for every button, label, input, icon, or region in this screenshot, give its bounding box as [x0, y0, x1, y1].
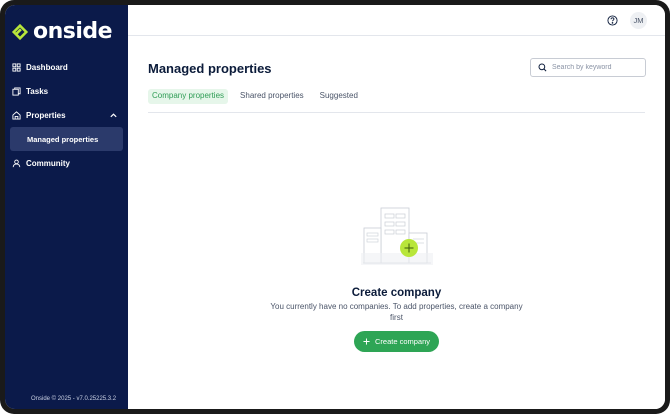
tab-company-properties[interactable]: Company properties — [148, 89, 229, 104]
community-icon — [12, 159, 21, 167]
empty-state-title: Create company — [351, 287, 442, 299]
empty-state: Create company You currently have no com… — [128, 205, 665, 352]
device-frame: onside Dashboard Tasks Properties Manage… — [0, 0, 670, 414]
sidebar-item-label: Tasks — [26, 86, 49, 96]
search-icon — [538, 63, 547, 72]
chevron-up-icon[interactable] — [109, 111, 118, 120]
properties-icon — [12, 110, 21, 120]
sidebar-item-community[interactable]: Community — [5, 151, 128, 175]
search-box[interactable] — [530, 58, 646, 77]
brand-logo[interactable]: onside — [11, 19, 113, 44]
app-window: onside Dashboard Tasks Properties Manage… — [5, 5, 665, 409]
sidebar: onside Dashboard Tasks Properties Manage… — [5, 5, 128, 409]
create-company-button[interactable]: Create company — [353, 331, 440, 352]
tab-bar: Company properties Shared properties Sug… — [148, 89, 645, 113]
create-company-label: Create company — [374, 337, 431, 346]
main-content: JM Managed properties Company properties… — [128, 5, 665, 409]
sidebar-item-dashboard[interactable]: Dashboard — [5, 55, 128, 79]
brand-name: onside — [33, 19, 113, 44]
sidebar-item-label: Properties — [26, 110, 66, 120]
tab-suggested[interactable]: Suggested — [316, 89, 362, 104]
plus-icon — [363, 338, 370, 345]
sidebar-item-tasks[interactable]: Tasks — [5, 79, 128, 103]
sidebar-nav: Dashboard Tasks Properties Managed prope… — [5, 55, 128, 175]
app-version: Onside © 2025 - v7.0.25225.3.2 — [31, 396, 117, 402]
user-avatar[interactable]: JM — [630, 11, 647, 29]
sidebar-item-label: Dashboard — [26, 62, 68, 72]
search-input[interactable] — [552, 64, 642, 71]
sidebar-item-label: Managed properties — [27, 134, 99, 144]
sidebar-item-properties[interactable]: Properties — [5, 103, 128, 127]
building-add-illustration-icon — [360, 207, 433, 265]
sidebar-item-label: Community — [26, 158, 70, 168]
top-bar: JM — [128, 5, 665, 36]
help-circle-icon[interactable] — [607, 14, 618, 26]
tab-shared-properties[interactable]: Shared properties — [236, 89, 308, 104]
sidebar-item-managed-properties[interactable]: Managed properties — [10, 127, 123, 151]
tasks-icon — [12, 86, 21, 96]
page-title: Managed properties — [148, 61, 272, 76]
dashboard-icon — [12, 62, 21, 72]
empty-state-description: You currently have no companies. To add … — [270, 302, 523, 322]
onside-logo-icon — [11, 23, 29, 40]
